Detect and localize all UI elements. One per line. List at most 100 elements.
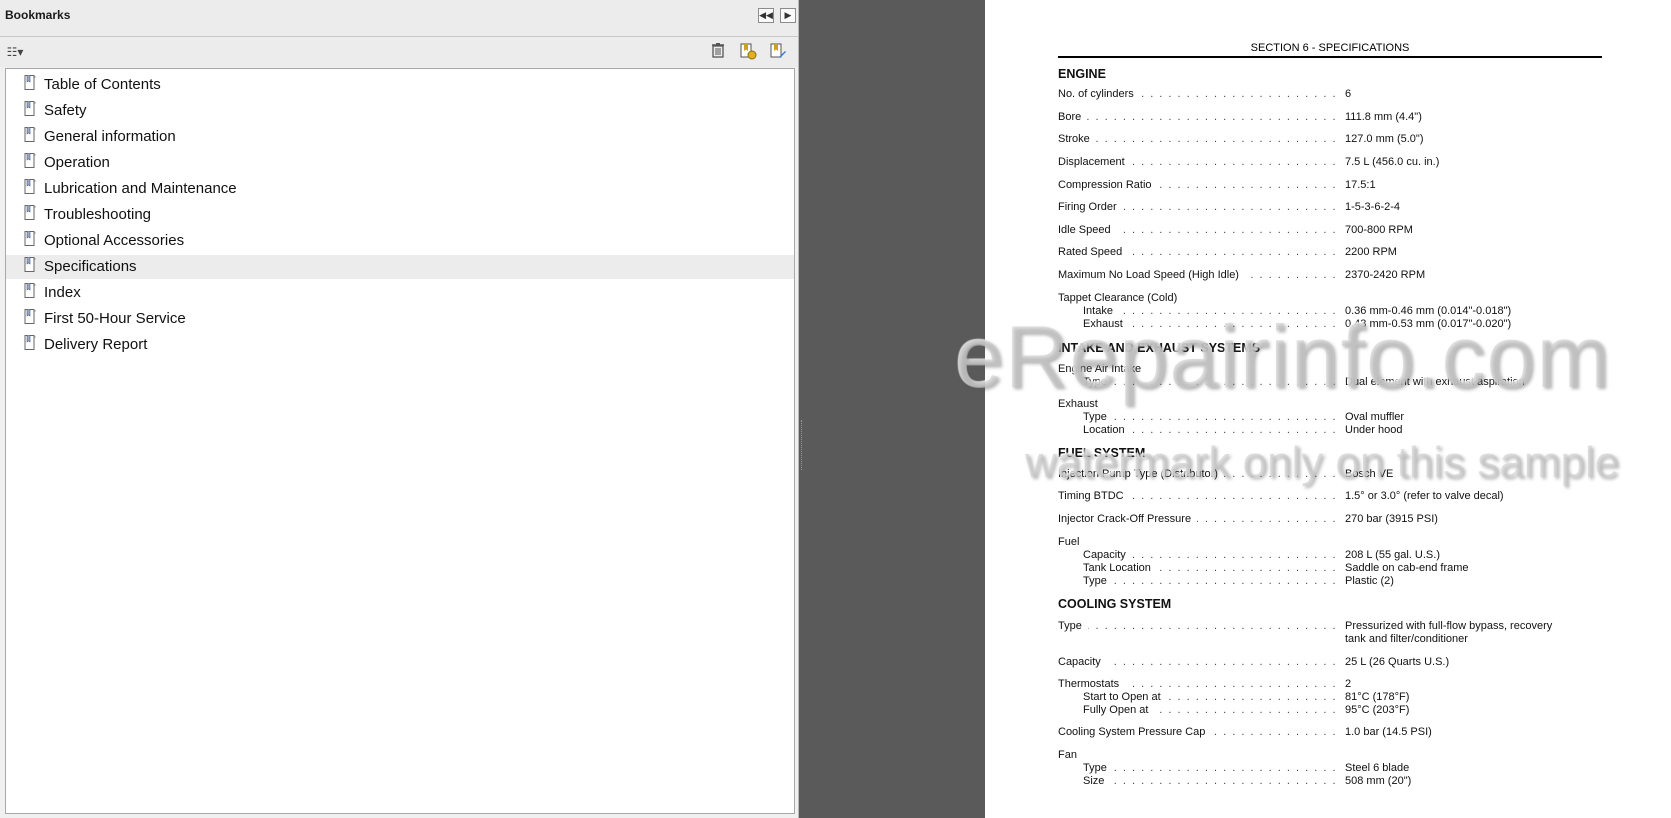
spec-value: Saddle on cab-end frame <box>1345 562 1469 574</box>
splitter-grip[interactable] <box>801 420 804 470</box>
spec-value: 25 L (26 Quarts U.S.) <box>1345 656 1450 668</box>
bookmark-item[interactable]: Troubleshooting <box>6 203 794 227</box>
spec-label: Start to Open at <box>1083 691 1161 703</box>
spec-label: Rated Speed <box>1058 246 1123 258</box>
bookmark-icon <box>24 101 36 116</box>
bookmark-item[interactable]: Optional Accessories <box>6 229 794 253</box>
bookmark-item[interactable]: Index <box>6 281 794 305</box>
dot-leader: . . . . . . . . . . . . . . . . . . . . … <box>1130 490 1337 502</box>
spec-value: 2370-2420 RPM <box>1345 269 1426 281</box>
options-icon[interactable]: ☷▾ <box>2 42 28 62</box>
spec-label: Injector Crack-Off Pressure <box>1058 513 1192 525</box>
spec-label: Maximum No Load Speed (High Idle) <box>1058 269 1239 281</box>
spec-value: Bosch VE <box>1345 468 1394 480</box>
bookmark-item[interactable]: Operation <box>6 151 794 175</box>
bookmark-item[interactable]: Safety <box>6 99 794 123</box>
spec-label: Firing Order <box>1058 201 1117 213</box>
dot-leader: . . . . . . . . . . . . . . . . . . . . … <box>1088 620 1337 632</box>
dot-leader: . . . . . . . . . . . . . . . . . . . . … <box>1087 111 1337 123</box>
panel-splitter[interactable] <box>799 0 803 818</box>
spec-label: Thermostats <box>1058 678 1120 690</box>
spec-label: Type <box>1083 411 1107 423</box>
dot-leader: . . . . . . . . . . . . . . . . . . . . … <box>1131 156 1337 168</box>
bookmark-icon <box>24 75 36 90</box>
spec-value: 127.0 mm (5.0") <box>1345 133 1424 145</box>
spec-label: Capacity <box>1083 549 1126 561</box>
bookmark-label: General information <box>44 128 176 145</box>
spec-label: Engine Air Intake <box>1058 363 1142 375</box>
bookmark-label: Table of Contents <box>44 76 161 93</box>
panel-title: Bookmarks <box>5 8 71 22</box>
spec-value: 2 <box>1345 678 1352 690</box>
dot-leader: . . . . . . . . . . . . . . . . . . . . … <box>1110 775 1337 787</box>
dot-leader: . . . . . . . . . . . . . . . . . . . . … <box>1123 201 1337 213</box>
document-page: SECTION 6 - SPECIFICATIONS ENGINE INTAKE… <box>955 0 1671 818</box>
spec-label: Compression Ratio <box>1058 179 1152 191</box>
spec-value: 508 mm (20") <box>1345 775 1412 787</box>
dot-leader: . . . . . . . . . . . . . . . . . . . . … <box>1119 305 1337 317</box>
bookmark-item[interactable]: Delivery Report <box>6 333 794 357</box>
dot-leader: . . . . . . . . . . . . . . . . . . . . … <box>1125 678 1337 690</box>
dot-leader: . . . . . . . . . . . . . . . . . . . . … <box>1113 762 1337 774</box>
new-bookmark-icon[interactable] <box>738 42 758 62</box>
dot-leader: . . . . . . . . . . . . . . . . . . . . … <box>1113 376 1337 388</box>
spec-label: No. of cylinders <box>1058 88 1134 100</box>
bookmark-properties-icon[interactable] <box>768 42 788 62</box>
spec-label: Cooling System Pressure Cap <box>1058 726 1206 738</box>
bookmark-item[interactable]: Table of Contents <box>6 73 794 97</box>
spec-label: Displacement <box>1058 156 1125 168</box>
dot-leader: . . . . . . . . . . . . . . . . . . . . … <box>1132 549 1337 561</box>
bookmarks-tree: Table of Contents Safety General informati… <box>5 68 795 814</box>
spec-label: Intake <box>1083 305 1113 317</box>
dot-leader: . . . . . . . . . . . . . . . . . . . . … <box>1224 468 1337 480</box>
dot-leader: . . . . . . . . . . . . . . . . . . . . … <box>1129 318 1337 330</box>
dot-leader: . . . . . . . . . . . . . . . . . . . . … <box>1117 224 1337 236</box>
bookmark-icon <box>24 153 36 168</box>
bookmarks-panel-header: Bookmarks ◀◀ ▶ <box>0 0 798 37</box>
spec-label: Tappet Clearance (Cold) <box>1058 292 1178 304</box>
spec-value: tank and filter/conditioner <box>1345 633 1468 645</box>
bookmark-label: Optional Accessories <box>44 232 185 249</box>
bookmarks-panel: Bookmarks ◀◀ ▶ ☷▾ Table of Contents Safet… <box>0 0 799 818</box>
bookmark-item[interactable]: General information <box>6 125 794 149</box>
dot-leader: . . . . . . . . . . . . . . . . . . . . … <box>1167 691 1337 703</box>
bookmark-item[interactable]: Lubrication and Maintenance <box>6 177 794 201</box>
spec-label: Type <box>1083 762 1107 774</box>
spec-value: 7.5 L (456.0 cu. in.) <box>1345 156 1440 168</box>
spec-label: Stroke <box>1058 133 1090 145</box>
spec-value: Dual element with exhaust aspiration <box>1345 376 1525 388</box>
bookmarks-toolbar: ☷▾ <box>0 37 798 67</box>
spec-value: 17.5:1 <box>1345 179 1376 191</box>
section-heading-intake-exhaust: INTAKE AND EXHAUST SYSTEMS <box>1058 341 1261 355</box>
spec-label: Location <box>1083 424 1125 436</box>
bookmark-item[interactable]: First 50-Hour Service <box>6 307 794 331</box>
spec-value: Plastic (2) <box>1345 575 1394 587</box>
dot-leader: . . . . . . . . . . . . . . . . . . . . … <box>1107 656 1337 668</box>
spec-value: Pressurized with full-flow bypass, recov… <box>1345 620 1553 632</box>
dot-leader: . . . . . . . . . . . . . . . . . . . . … <box>1154 704 1337 716</box>
bookmark-icon <box>24 257 36 272</box>
spec-label: Type <box>1083 376 1107 388</box>
spec-label: Exhaust <box>1058 398 1098 410</box>
bookmark-item[interactable]: Specifications <box>6 255 794 279</box>
page-header: SECTION 6 - SPECIFICATIONS <box>1058 42 1602 58</box>
dot-leader: . . . . . . . . . . . . . . . . . . . . … <box>1113 575 1337 587</box>
bookmark-icon <box>24 205 36 220</box>
expand-panel-button[interactable]: ▶ <box>780 8 796 23</box>
spec-value: 0.36 mm-0.46 mm (0.014"-0.018") <box>1345 305 1512 317</box>
spec-label: Tank Location <box>1083 562 1151 574</box>
bookmark-label: Operation <box>44 154 110 171</box>
bookmark-icon <box>24 127 36 142</box>
spec-value: 95°C (203°F) <box>1345 704 1410 716</box>
spec-value: Oval muffler <box>1345 411 1405 423</box>
spec-value: 81°C (178°F) <box>1345 691 1410 703</box>
spec-label: Fully Open at <box>1083 704 1149 716</box>
section-heading-cooling: COOLING SYSTEM <box>1058 597 1172 611</box>
delete-icon[interactable] <box>708 42 728 62</box>
spec-label: Idle Speed <box>1058 224 1111 236</box>
spec-value: 700-800 RPM <box>1345 224 1413 236</box>
spec-label: Exhaust <box>1083 318 1123 330</box>
collapse-panel-button[interactable]: ◀◀ <box>758 8 774 23</box>
spec-label: Injection Pump Type (Distributor) <box>1058 468 1218 480</box>
dot-leader: . . . . . . . . . . . . . . . . . . . . … <box>1128 246 1337 258</box>
